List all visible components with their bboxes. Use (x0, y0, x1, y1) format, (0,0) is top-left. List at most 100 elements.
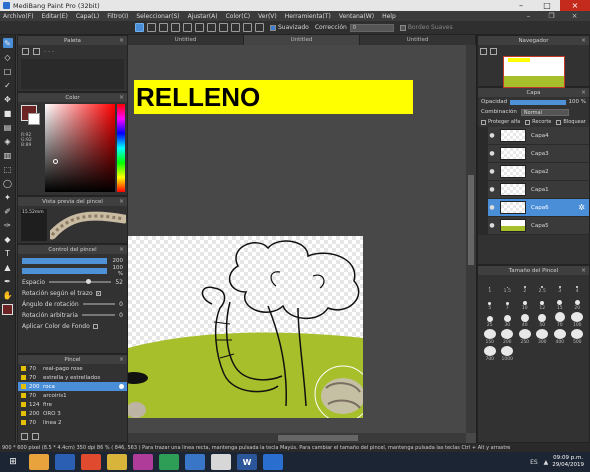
app-icon-globe[interactable] (185, 454, 205, 470)
layer-row[interactable]: ● Capa5 (488, 217, 589, 235)
visibility-icon[interactable]: ● (488, 168, 496, 175)
eyedropper-icon[interactable]: ✒ (3, 276, 13, 286)
move-tool-icon[interactable]: ✥ (3, 94, 13, 104)
menu-ver[interactable]: Ver(V) (258, 13, 277, 20)
hue-slider[interactable] (117, 104, 125, 192)
file-explorer-icon[interactable] (29, 454, 49, 470)
border-checkbox[interactable] (399, 24, 406, 31)
chrome-icon[interactable] (159, 454, 179, 470)
visibility-icon[interactable]: ● (488, 204, 496, 211)
add-brush-icon[interactable] (21, 433, 28, 440)
language-indicator[interactable]: ES (530, 459, 538, 466)
delete-palette-icon[interactable] (33, 48, 40, 55)
add-palette-icon[interactable] (22, 48, 29, 55)
color-close-icon[interactable]: × (119, 94, 124, 101)
horizontal-scrollbar[interactable] (128, 433, 466, 443)
visibility-icon[interactable]: ● (488, 132, 496, 139)
snap-icon[interactable] (207, 23, 216, 32)
menu-ventana[interactable]: Ventana(W) (339, 13, 374, 20)
maximize-button[interactable]: □ (534, 0, 560, 11)
brush-list-item[interactable]: 70 estrella y estrellados (18, 373, 127, 382)
brush-size-option[interactable]: 150 (481, 329, 499, 345)
brush-list-item[interactable]: 70 linea 2 (18, 418, 127, 427)
layer-close-icon[interactable]: × (581, 89, 586, 96)
spacing-row[interactable]: Espacio 52 (22, 278, 123, 286)
brush-size-slider[interactable]: 200 (22, 257, 123, 264)
brush-size-option[interactable]: 2.5 (534, 278, 552, 294)
brush-preview-close-icon[interactable]: × (119, 198, 124, 205)
gradient-tool-icon[interactable]: ▥ (3, 150, 13, 160)
brush-list-item[interactable]: 70 arcoiris1 (18, 391, 127, 400)
horizontal-scroll-thumb[interactable] (278, 435, 358, 441)
clipping-checkbox[interactable] (525, 119, 531, 125)
layer-settings-gear-icon[interactable]: ✲ (578, 203, 585, 212)
menu-archivo[interactable]: Archivo(F) (3, 13, 34, 20)
visibility-icon[interactable]: ● (488, 150, 496, 157)
brush-size-option[interactable]: 50 (534, 312, 552, 328)
medibang-taskbar-icon[interactable] (263, 454, 283, 470)
brush-size-option[interactable]: 15 (551, 295, 569, 311)
brush-size-option[interactable]: 300 (534, 329, 552, 345)
snap-grid-icon[interactable] (219, 23, 228, 32)
rect-mode-icon[interactable] (159, 23, 168, 32)
bg-color-checkbox[interactable] (92, 323, 98, 329)
brush-size-option[interactable]: 5 (481, 295, 499, 311)
bg-color-row[interactable]: Aplicar Color de Fondo (22, 322, 123, 330)
brush-size-option[interactable]: 25 (481, 312, 499, 328)
brush-size-option[interactable]: 100 (569, 312, 587, 328)
brush-size-option[interactable]: 1.5 (499, 278, 517, 294)
menu-capa[interactable]: Capa(L) (76, 13, 99, 20)
menu-help[interactable]: Help (382, 13, 396, 20)
operation-tool-icon[interactable]: ▲ (3, 262, 13, 272)
pen-mode-icon[interactable] (135, 23, 144, 32)
rotation-follow-checkbox[interactable]: ✕ (95, 290, 101, 296)
vertical-scrollbar[interactable] (466, 45, 476, 433)
palette-swatches[interactable] (21, 59, 124, 89)
app-icon-blue[interactable] (55, 454, 75, 470)
brush-size-option[interactable]: 10 (516, 295, 534, 311)
saturation-value-picker[interactable] (45, 104, 115, 192)
snap-perspective-icon[interactable] (243, 23, 252, 32)
select-pen-icon[interactable]: ✐ (3, 206, 13, 216)
snap-radial-icon[interactable] (231, 23, 240, 32)
layer-opacity-row[interactable]: Opacidad 100 % (478, 97, 589, 107)
brush-size-option[interactable]: 4 (569, 278, 587, 294)
brush-size-option[interactable]: 250 (516, 329, 534, 345)
menu-seleccionar[interactable]: Seleccionar(S) (136, 13, 179, 20)
curve-mode-icon[interactable] (195, 23, 204, 32)
navigator-preview[interactable] (502, 56, 565, 88)
layer-row-selected[interactable]: ● Capa6 ✲ (488, 199, 589, 217)
brush-size-option[interactable]: 1 (481, 278, 499, 294)
brush-size-option[interactable]: 200 (499, 329, 517, 345)
brush-size-option[interactable]: 1000 (499, 346, 517, 362)
color-background-swatch[interactable] (28, 113, 40, 125)
menu-ajustar[interactable]: Ajustar(A) (188, 13, 218, 20)
brush-size-option[interactable]: 500 (569, 329, 587, 345)
palette-close-icon[interactable]: × (119, 37, 124, 44)
fill-rect-icon[interactable]: ■ (3, 108, 13, 118)
fill-gradient-icon[interactable]: ▤ (3, 122, 13, 132)
snap-settings-icon[interactable] (255, 23, 264, 32)
clock[interactable]: 09:09 p.m. 29/04/2019 (552, 455, 584, 469)
vertical-scroll-thumb[interactable] (468, 175, 474, 265)
divide-tool-icon[interactable]: ◆ (3, 234, 13, 244)
drawing-canvas[interactable] (128, 236, 363, 418)
app-icon-yellow[interactable] (107, 454, 127, 470)
brush-size-option[interactable]: 7 (499, 295, 517, 311)
select-eraser-icon[interactable]: ✑ (3, 220, 13, 230)
network-icon[interactable]: ▲ (544, 459, 549, 466)
foreground-color-swatch[interactable] (2, 304, 13, 315)
line-mode-icon[interactable] (147, 23, 156, 32)
canvas-area[interactable]: RELLENO (128, 45, 476, 443)
menu-herramienta[interactable]: Herramienta(T) (285, 13, 331, 20)
layer-row[interactable]: ● Capa4 (488, 127, 589, 145)
brush-settings-icon[interactable] (119, 384, 124, 389)
brush-size-option[interactable]: 2 (516, 278, 534, 294)
protect-alpha-checkbox[interactable] (481, 119, 486, 125)
minimize-button[interactable]: – (508, 0, 534, 11)
rotation-angle-row[interactable]: Ángulo de rotación 0 (22, 300, 123, 308)
check-tool-icon[interactable]: ✓ (3, 80, 13, 90)
layer-row[interactable]: ● Capa1 (488, 181, 589, 199)
app-icon-red[interactable] (81, 454, 101, 470)
bucket-tool-icon[interactable]: ◈ (3, 136, 13, 146)
